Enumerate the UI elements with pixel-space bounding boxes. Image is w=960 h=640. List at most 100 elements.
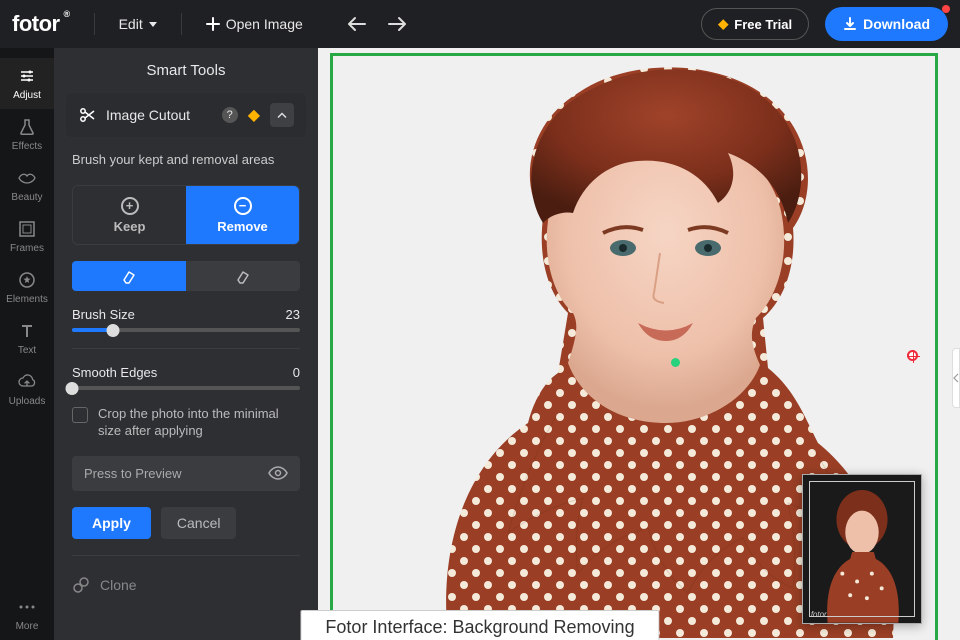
flask-icon [17,117,37,137]
rail-label: Adjust [13,90,41,101]
top-bar: fotor Edit Open Image ◆ Free Trial Downl… [0,0,960,48]
chevron-left-icon [953,373,959,383]
rail-uploads[interactable]: Uploads [0,364,54,415]
plus-icon [206,17,220,31]
open-image-button[interactable]: Open Image [196,10,313,38]
smooth-slider[interactable] [72,386,300,390]
rail-frames[interactable]: Frames [0,211,54,262]
crop-handle[interactable] [907,350,918,361]
apply-button[interactable]: Apply [72,507,151,539]
brush-size-row: Brush Size 23 [72,307,300,332]
right-panel-handle[interactable] [952,348,960,408]
crop-hint: Crop the photo into the minimal size aft… [98,406,300,440]
slider-thumb[interactable] [107,324,120,337]
crop-checkbox-row: Crop the photo into the minimal size aft… [72,406,300,440]
chevron-up-icon [277,112,287,119]
rail-text[interactable]: Text [0,313,54,364]
minimap[interactable]: fotor [802,474,922,624]
rail-label: Uploads [9,396,46,407]
cancel-button[interactable]: Cancel [161,507,237,539]
crop-checkbox[interactable] [72,407,88,423]
arrow-left-icon [347,16,367,32]
redo-button[interactable] [379,6,415,42]
rail-elements[interactable]: Elements [0,262,54,313]
left-rail: Adjust Effects Beauty Frames Elements Te… [0,48,54,640]
brush-tab[interactable] [72,261,186,291]
selection-border [935,53,938,640]
eraser-icon [120,267,138,285]
rail-effects[interactable]: Effects [0,109,54,160]
brush-hint: Brush your kept and removal areas [72,151,300,169]
remove-button[interactable]: − Remove [186,186,299,244]
edit-menu[interactable]: Edit [109,10,167,38]
section-title: Image Cutout [106,107,212,123]
rail-label: Beauty [11,192,42,203]
smooth-label: Smooth Edges [72,365,157,380]
scissors-icon [78,106,96,124]
smooth-edges-row: Smooth Edges 0 [72,365,300,390]
eye-icon [268,466,288,480]
rail-label: Elements [6,294,48,305]
logo: fotor [12,11,60,37]
selection-border [330,53,938,56]
free-trial-label: Free Trial [734,17,792,32]
slider-thumb[interactable] [66,382,79,395]
free-trial-button[interactable]: ◆ Free Trial [701,8,809,40]
download-label: Download [863,16,930,32]
arrow-right-icon [387,16,407,32]
download-button[interactable]: Download [825,7,948,41]
star-circle-icon [17,270,37,290]
collapse-section-button[interactable] [270,103,294,127]
keep-remove-toggle: + Keep − Remove [72,185,300,245]
download-icon [843,17,857,31]
open-image-label: Open Image [226,16,303,32]
minimap-viewport[interactable] [809,481,915,617]
divider [94,13,95,35]
canvas[interactable]: fotor [318,48,960,640]
caption-overlay: Fotor Interface: Background Removing [300,610,659,640]
eraser-outline-icon [234,267,252,285]
minus-circle-icon: − [234,197,252,215]
rail-beauty[interactable]: Beauty [0,160,54,211]
divider [72,555,300,556]
brush-size-label: Brush Size [72,307,135,322]
eraser-tab[interactable] [186,261,300,291]
brush-size-slider[interactable] [72,328,300,332]
clone-section[interactable]: Clone [72,572,300,594]
diamond-icon: ◆ [718,16,728,32]
preview-label: Press to Preview [84,466,182,481]
dots-icon [17,597,37,617]
undo-button[interactable] [339,6,375,42]
brush-eraser-tabs [72,261,300,291]
text-icon [17,321,37,341]
keep-button[interactable]: + Keep [73,186,186,244]
smooth-value: 0 [293,365,300,380]
selection-handle[interactable] [671,358,680,367]
rail-label: Frames [10,243,44,254]
brush-size-value: 23 [286,307,300,322]
remove-label: Remove [217,219,268,234]
divider [72,348,300,349]
cloud-upload-icon [17,372,37,392]
clone-label: Clone [100,577,137,593]
divider [181,13,182,35]
keep-label: Keep [114,219,146,234]
clone-icon [72,576,90,594]
section-image-cutout[interactable]: Image Cutout ? ◆ [66,93,306,137]
side-panel: Smart Tools Image Cutout ? ◆ Brush your … [54,48,318,640]
lips-icon [17,168,37,188]
diamond-icon: ◆ [248,105,260,125]
plus-circle-icon: + [121,197,139,215]
rail-label: Effects [12,141,42,152]
selection-border [330,53,333,640]
panel-title: Smart Tools [54,48,318,89]
edit-label: Edit [119,16,143,32]
rail-more[interactable]: More [0,589,54,640]
frame-icon [17,219,37,239]
help-icon[interactable]: ? [222,107,238,123]
rail-label: More [16,621,39,632]
chevron-down-icon [149,22,157,27]
preview-button[interactable]: Press to Preview [72,456,300,491]
sliders-icon [17,66,37,86]
rail-adjust[interactable]: Adjust [0,58,54,109]
